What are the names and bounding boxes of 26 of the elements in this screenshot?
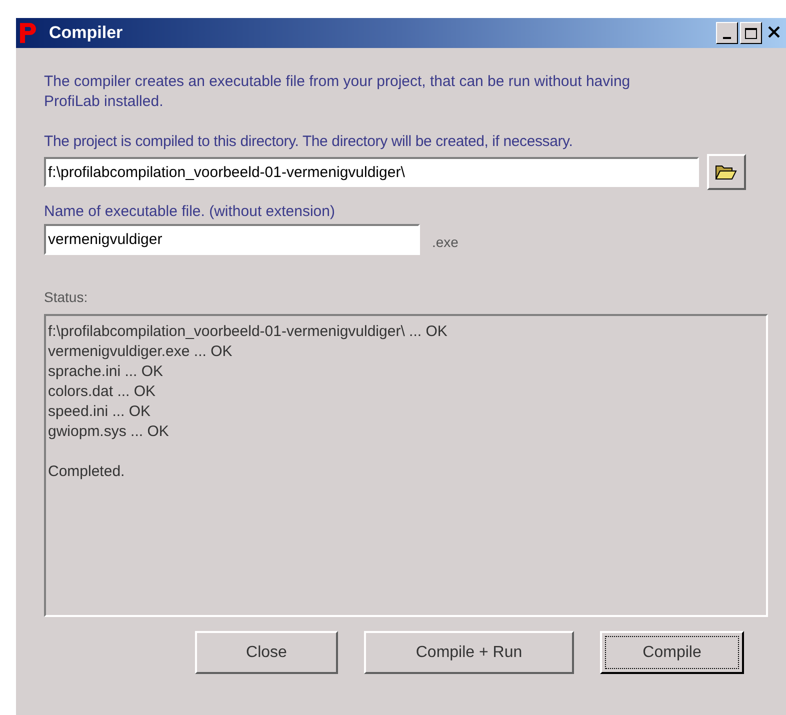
window-title: Compiler xyxy=(49,22,123,44)
minimize-icon xyxy=(723,37,731,39)
app-logo-icon xyxy=(19,22,37,44)
log-line: vermenigvuldiger.exe ... OK xyxy=(48,342,234,362)
browse-button[interactable] xyxy=(706,154,746,190)
folder-icon xyxy=(715,164,738,180)
log-line: gwiopm.sys ... OK xyxy=(48,422,170,442)
log-line: speed.ini ... OK xyxy=(48,402,152,422)
close-icon[interactable] xyxy=(768,26,780,38)
minimize-button[interactable] xyxy=(716,22,738,44)
log-line: colors.dat ... OK xyxy=(48,382,157,402)
dialog-button[interactable]: Compile xyxy=(600,631,744,674)
directory-label: The project is compiled to this directory. The directory will be created, if necessary. xyxy=(44,132,574,152)
log-line: sprache.ini ... OK xyxy=(48,362,164,382)
executable-name-label: Name of executable file. (without extension) xyxy=(44,202,336,222)
description-text: The compiler creates an executable file from your project, that can be run without having ProfiLab installed. xyxy=(44,72,632,112)
maximize-button[interactable] xyxy=(740,22,762,44)
extension-label: .exe xyxy=(432,233,458,252)
executable-name-field[interactable]: vermenigvuldiger xyxy=(44,224,420,255)
dialog-button[interactable]: Compile + Run xyxy=(364,631,574,674)
status-label: Status: xyxy=(44,288,89,307)
log-line: f:\profilabcompilation_voorbeeld-01-vermenigvuldiger\ ... OK xyxy=(48,322,448,342)
dialog-button[interactable]: Close xyxy=(195,631,338,674)
completion-text: Completed. xyxy=(48,462,126,482)
directory-field[interactable]: f:\profilabcompilation_voorbeeld-01-vermenigvuldiger\ xyxy=(44,157,699,187)
maximize-icon xyxy=(745,28,757,38)
